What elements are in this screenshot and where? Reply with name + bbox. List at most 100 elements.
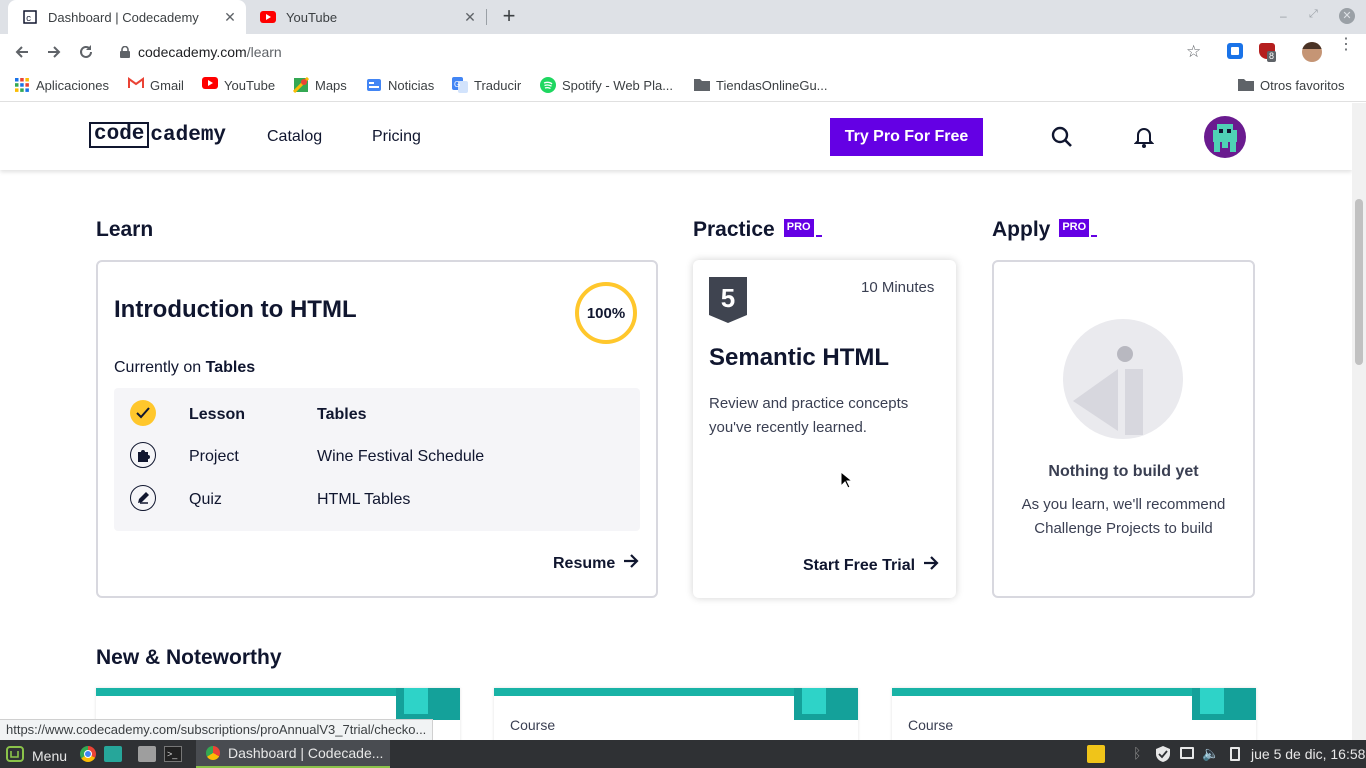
- back-icon[interactable]: [11, 41, 33, 63]
- card-corner-decoration: [396, 688, 460, 720]
- pencil-icon: [130, 485, 156, 511]
- resume-button[interactable]: Resume: [553, 554, 639, 573]
- extension-icon[interactable]: [1227, 43, 1243, 59]
- gmail-icon: [128, 77, 144, 93]
- bluetooth-icon[interactable]: ᛒ: [1133, 745, 1141, 761]
- link-status-url: https://www.codecademy.com/subscriptions…: [0, 719, 434, 740]
- taskbar-window-chrome[interactable]: Dashboard | Codecade...: [196, 740, 390, 768]
- minimize-window-icon[interactable]: –: [1280, 9, 1287, 23]
- currently-on: Currently on Tables: [114, 359, 255, 377]
- currently-on-label: Currently on: [114, 359, 202, 376]
- user-avatar[interactable]: [1204, 116, 1246, 158]
- page-viewport: code cademy Catalog Pricing Try Pro For F…: [0, 103, 1352, 740]
- close-tab-icon[interactable]: ✕: [462, 9, 478, 25]
- close-window-icon[interactable]: ✕: [1339, 8, 1355, 24]
- shield-icon[interactable]: [1156, 746, 1170, 765]
- noteworthy-card[interactable]: Course: [892, 688, 1256, 740]
- progress-ring: 100%: [575, 282, 637, 344]
- resume-label: Resume: [553, 554, 616, 572]
- battery-icon[interactable]: [1230, 747, 1240, 761]
- bookmark-folder-tiendas[interactable]: TiendasOnlineGu...: [694, 77, 828, 93]
- apply-empty-title: Nothing to build yet: [1048, 463, 1199, 480]
- extension-badge: 8: [1267, 51, 1277, 62]
- card-type-label: Course: [510, 717, 556, 733]
- learn-heading: Learn: [96, 218, 154, 241]
- bookmarks-bar: Aplicaciones Gmail YouTube Maps Noticias…: [0, 70, 1366, 102]
- files-launcher-icon[interactable]: [104, 746, 122, 762]
- course-items-list: Lesson Tables Project Wine Festival Sche…: [114, 388, 640, 531]
- currently-on-item: Tables: [205, 359, 256, 376]
- chrome-icon: [206, 746, 220, 760]
- bookmark-spotify[interactable]: Spotify - Web Pla...: [540, 77, 673, 93]
- browser-tab-strip: c Dashboard | Codecademy ✕ YouTube ✕ + –…: [0, 0, 1366, 34]
- pro-badge: PRO: [783, 219, 822, 238]
- arrow-right-icon: [623, 554, 639, 573]
- noteworthy-card[interactable]: Course: [494, 688, 858, 740]
- bookmark-label: TiendasOnlineGu...: [716, 77, 828, 93]
- page-scrollbar[interactable]: [1352, 103, 1366, 740]
- terminal-launcher-icon[interactable]: >_: [164, 746, 182, 762]
- close-tab-icon[interactable]: ✕: [222, 9, 238, 25]
- address-bar[interactable]: codecademy.com/learn: [108, 38, 1218, 66]
- forward-icon[interactable]: [43, 41, 65, 63]
- bookmark-maps[interactable]: Maps: [292, 76, 347, 94]
- notes-tray-icon[interactable]: [1087, 745, 1105, 763]
- new-tab-icon[interactable]: +: [498, 5, 520, 27]
- scrollbar-thumb[interactable]: [1355, 199, 1363, 365]
- bookmark-label: Maps: [315, 77, 347, 93]
- bookmark-label: Spotify - Web Pla...: [562, 77, 674, 93]
- lock-icon: [120, 46, 130, 58]
- course-item-project[interactable]: Project Wine Festival Schedule: [114, 440, 640, 480]
- bookmark-label: YouTube: [224, 77, 276, 93]
- tab-codecademy[interactable]: c Dashboard | Codecademy ✕: [8, 0, 246, 34]
- bookmark-label: Traducir: [474, 77, 522, 93]
- practice-heading-text: Practice: [693, 218, 775, 241]
- logo-cademy: cademy: [150, 123, 227, 147]
- bookmark-label: Aplicaciones: [36, 77, 109, 93]
- site-header: code cademy Catalog Pricing Try Pro For F…: [0, 103, 1352, 170]
- display-icon[interactable]: [1180, 747, 1194, 759]
- browser-toolbar: codecademy.com/learn ☆ 8 ⋮: [0, 34, 1366, 70]
- bookmark-youtube[interactable]: YouTube: [202, 77, 275, 93]
- codecademy-logo[interactable]: code cademy: [89, 121, 226, 149]
- arrow-right-icon: [923, 556, 939, 575]
- practice-card[interactable]: 5 10 Minutes Semantic HTML Review and pr…: [693, 260, 956, 598]
- mouse-cursor-icon: [840, 470, 854, 494]
- os-taskbar: Menu >_ Dashboard | Codecade... ᛒ 🔈 jue …: [0, 740, 1366, 768]
- tab-divider: [486, 9, 487, 25]
- folder-icon: [694, 77, 710, 93]
- search-icon[interactable]: [1051, 126, 1073, 153]
- ublock-extension-icon[interactable]: 8: [1259, 43, 1277, 62]
- tab-youtube[interactable]: YouTube ✕: [246, 0, 486, 34]
- start-free-trial-button[interactable]: Start Free Trial: [803, 556, 939, 575]
- course-title[interactable]: Introduction to HTML: [114, 296, 357, 324]
- course-item-lesson[interactable]: Lesson Tables: [114, 398, 640, 438]
- bookmark-star-icon[interactable]: ☆: [1186, 43, 1201, 60]
- reload-icon[interactable]: [75, 41, 97, 63]
- notification-bell-icon[interactable]: [1133, 126, 1155, 153]
- text-editor-launcher-icon[interactable]: [138, 746, 156, 762]
- apply-empty-description: As you learn, we'll recommend Challenge …: [1021, 496, 1226, 537]
- mint-logo-icon: [6, 746, 24, 765]
- bookmark-label: Gmail: [150, 77, 184, 93]
- volume-icon[interactable]: 🔈: [1202, 745, 1219, 762]
- bookmark-aplicaciones[interactable]: Aplicaciones: [14, 77, 109, 93]
- profile-avatar[interactable]: [1302, 42, 1322, 62]
- bookmark-gmail[interactable]: Gmail: [128, 77, 184, 93]
- start-menu-button[interactable]: Menu: [6, 746, 67, 765]
- course-item-quiz[interactable]: Quiz HTML Tables: [114, 483, 640, 523]
- youtube-favicon-icon: [260, 9, 276, 25]
- maps-icon: [292, 76, 310, 94]
- chrome-launcher-icon[interactable]: [80, 746, 96, 762]
- maximize-window-icon[interactable]: ⤢: [1309, 8, 1318, 21]
- clock[interactable]: jue 5 de dic, 16:58: [1251, 746, 1365, 762]
- nav-catalog[interactable]: Catalog: [267, 128, 322, 146]
- chrome-menu-icon[interactable]: ⋮: [1338, 37, 1354, 53]
- bookmark-traducir[interactable]: G Traducir: [452, 77, 521, 93]
- nav-pricing[interactable]: Pricing: [372, 128, 421, 146]
- news-icon: [366, 77, 382, 93]
- bookmark-noticias[interactable]: Noticias: [366, 77, 434, 93]
- apply-card: Nothing to build yet As you learn, we'll…: [992, 260, 1255, 598]
- bookmark-otros-favoritos[interactable]: Otros favoritos: [1238, 77, 1345, 93]
- try-pro-button[interactable]: Try Pro For Free: [830, 118, 983, 156]
